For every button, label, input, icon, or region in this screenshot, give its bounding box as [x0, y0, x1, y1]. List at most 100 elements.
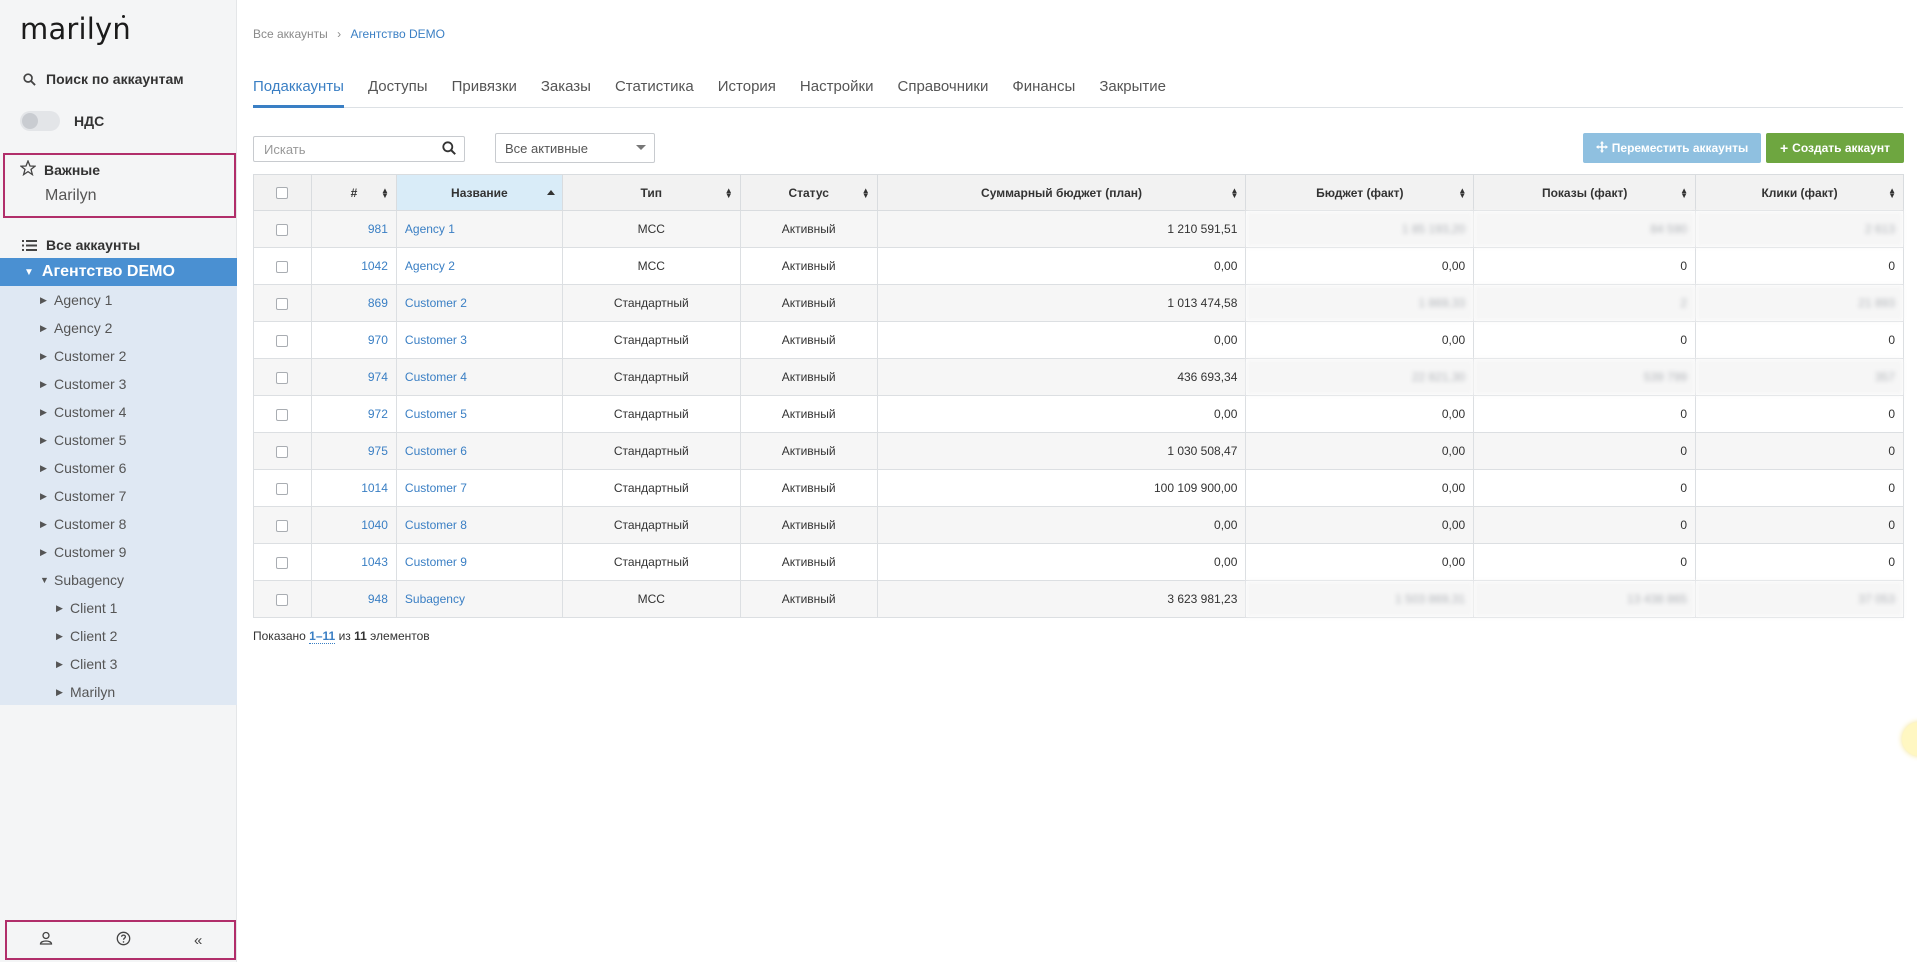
- account-id[interactable]: 869: [310, 284, 397, 322]
- row-checkbox[interactable]: [276, 260, 289, 273]
- tree-item[interactable]: ▶ Marilyn: [0, 678, 237, 706]
- logo[interactable]: marilyn: [20, 12, 131, 46]
- caret-down-icon[interactable]: ▼: [24, 267, 34, 278]
- vat-toggle[interactable]: [20, 111, 60, 131]
- tree-item[interactable]: ▶ Agency 2: [0, 314, 237, 342]
- caret-right-icon[interactable]: ▶: [40, 463, 54, 474]
- tree-item[interactable]: ▶ Agency 1: [0, 286, 237, 314]
- account-name[interactable]: Agency 2: [395, 247, 563, 285]
- account-name[interactable]: Customer 9: [395, 543, 563, 581]
- account-name[interactable]: Customer 4: [395, 358, 563, 396]
- tree-item[interactable]: ▶ Client 1: [0, 594, 237, 622]
- column-header-clicks[interactable]: Клики (факт) ▲ ▼: [1695, 174, 1904, 211]
- caret-right-icon[interactable]: ▶: [56, 659, 70, 670]
- caret-right-icon[interactable]: ▶: [40, 407, 54, 418]
- search-input[interactable]: [254, 138, 434, 160]
- account-id[interactable]: 1040: [310, 506, 397, 544]
- tree-item[interactable]: ▼ Subagency: [0, 566, 237, 594]
- tree-item[interactable]: ▶ Customer 7: [0, 482, 237, 510]
- tree-item[interactable]: ▶ Customer 3: [0, 370, 237, 398]
- column-header-budget-fact[interactable]: Бюджет (факт) ▲ ▼: [1245, 174, 1475, 211]
- caret-right-icon[interactable]: ▶: [56, 687, 70, 698]
- tree-item[interactable]: ▶ Customer 8: [0, 510, 237, 538]
- column-header-status[interactable]: Статус ▲ ▼: [739, 174, 878, 211]
- row-checkbox[interactable]: [276, 556, 289, 569]
- caret-right-icon[interactable]: ▶: [40, 351, 54, 362]
- sort-icon[interactable]: ▲ ▼: [1888, 187, 1896, 200]
- pagination-range[interactable]: 1–11: [309, 629, 336, 644]
- move-accounts-button[interactable]: Переместить аккаунты: [1583, 133, 1761, 163]
- table-row[interactable]: 975 Customer 6 Стандартный Активный 1 030 50…: [253, 432, 1904, 470]
- account-id[interactable]: 972: [310, 395, 397, 433]
- account-id[interactable]: 1042: [310, 247, 397, 285]
- column-header-id[interactable]: # ▲ ▼: [310, 174, 397, 211]
- table-row[interactable]: 1014 Customer 7 Стандартный Активный 100 109…: [253, 469, 1904, 507]
- table-row[interactable]: 1042 Agency 2 MCC Активный 0,00 0,00 0 0: [253, 247, 1904, 285]
- caret-right-icon[interactable]: ▶: [40, 435, 54, 446]
- account-name[interactable]: Agency 1: [395, 210, 563, 248]
- column-header-name[interactable]: Название: [395, 174, 563, 211]
- tab-statistics[interactable]: Статистика: [615, 76, 694, 108]
- row-checkbox[interactable]: [276, 297, 289, 310]
- sort-icon[interactable]: ▲ ▼: [1230, 187, 1238, 200]
- row-checkbox[interactable]: [276, 519, 289, 532]
- caret-right-icon[interactable]: ▶: [40, 295, 54, 306]
- sort-icon[interactable]: ▲ ▼: [1680, 187, 1688, 200]
- table-row[interactable]: 981 Agency 1 MCC Активный 1 210 591,51 1 85 1…: [253, 210, 1904, 248]
- row-checkbox[interactable]: [276, 371, 289, 384]
- account-name[interactable]: Customer 6: [395, 432, 563, 470]
- search-icon[interactable]: [442, 141, 456, 160]
- tree-item[interactable]: ▶ Customer 2: [0, 342, 237, 370]
- tree-item[interactable]: ▶ Customer 6: [0, 454, 237, 482]
- account-id[interactable]: 975: [310, 432, 397, 470]
- caret-right-icon[interactable]: ▶: [56, 603, 70, 614]
- tab-history[interactable]: История: [718, 76, 776, 108]
- row-checkbox[interactable]: [276, 334, 289, 347]
- tree-item[interactable]: ▶ Customer 4: [0, 398, 237, 426]
- table-row[interactable]: 869 Customer 2 Стандартный Активный 1 013 47…: [253, 284, 1904, 322]
- select-all-checkbox[interactable]: [276, 187, 289, 200]
- column-header-plan-budget[interactable]: Суммарный бюджет (план) ▲ ▼: [876, 174, 1247, 211]
- row-checkbox[interactable]: [276, 445, 289, 458]
- row-checkbox[interactable]: [276, 593, 289, 606]
- table-row[interactable]: 972 Customer 5 Стандартный Активный 0,00 0,00…: [253, 395, 1904, 433]
- breadcrumb-current[interactable]: Агентство DEMO: [350, 27, 445, 41]
- account-name[interactable]: Customer 2: [395, 284, 563, 322]
- table-row[interactable]: 948 Subagency MCC Активный 3 623 981,23 1 503…: [253, 580, 1904, 618]
- account-name[interactable]: Customer 7: [395, 469, 563, 507]
- sort-icon[interactable]: ▲ ▼: [381, 187, 389, 200]
- favorite-item[interactable]: Marilyn: [45, 187, 97, 205]
- column-header-impressions[interactable]: Показы (факт) ▲ ▼: [1473, 174, 1697, 211]
- tab-subaccounts[interactable]: Подаккаунты: [253, 76, 344, 108]
- breadcrumb-root[interactable]: Все аккаунты: [253, 27, 328, 41]
- row-checkbox[interactable]: [276, 408, 289, 421]
- all-accounts-button[interactable]: Все аккаунты: [20, 236, 140, 254]
- help-icon[interactable]: [116, 931, 131, 950]
- column-header-type[interactable]: Тип ▲ ▼: [561, 174, 741, 211]
- tree-item-selected[interactable]: ▼ Агентство DEMO: [0, 258, 237, 286]
- tab-finance[interactable]: Финансы: [1012, 76, 1075, 108]
- account-name[interactable]: Customer 3: [395, 321, 563, 359]
- sort-icon[interactable]: ▲ ▼: [1458, 187, 1466, 200]
- caret-right-icon[interactable]: ▶: [40, 491, 54, 502]
- caret-right-icon[interactable]: ▶: [56, 631, 70, 642]
- caret-down-icon[interactable]: ▼: [40, 575, 54, 585]
- row-checkbox[interactable]: [276, 223, 289, 236]
- collapse-icon[interactable]: «: [194, 932, 202, 949]
- create-account-button[interactable]: + Создать аккаунт: [1766, 133, 1904, 163]
- sort-icon[interactable]: ▲ ▼: [725, 187, 733, 200]
- account-name[interactable]: Subagency: [395, 580, 563, 618]
- sort-icon[interactable]: ▲ ▼: [862, 187, 870, 200]
- tree-item[interactable]: ▶ Client 3: [0, 650, 237, 678]
- tab-settings[interactable]: Настройки: [800, 76, 874, 108]
- tab-access[interactable]: Доступы: [368, 76, 428, 108]
- table-row[interactable]: 970 Customer 3 Стандартный Активный 0,00 0,00…: [253, 321, 1904, 359]
- account-id[interactable]: 981: [310, 210, 397, 248]
- help-widget-bubble[interactable]: [1902, 722, 1917, 756]
- tree-item[interactable]: ▶ Customer 9: [0, 538, 237, 566]
- tab-references[interactable]: Справочники: [897, 76, 988, 108]
- account-name[interactable]: Customer 8: [395, 506, 563, 544]
- row-checkbox[interactable]: [276, 482, 289, 495]
- account-id[interactable]: 974: [310, 358, 397, 396]
- tab-bindings[interactable]: Привязки: [452, 76, 517, 108]
